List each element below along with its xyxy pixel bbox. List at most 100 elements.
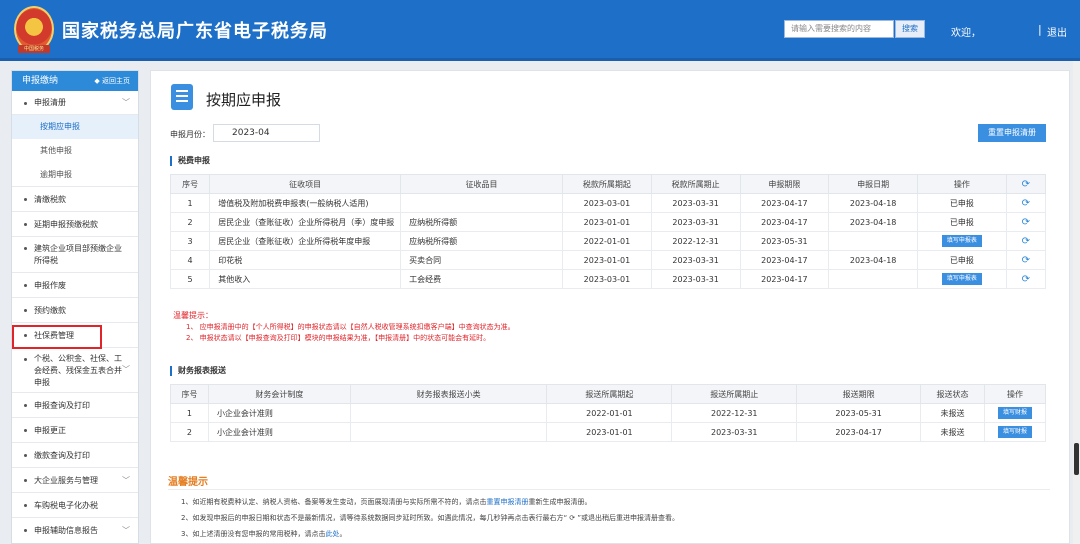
col-header: 征收品目 <box>400 174 564 194</box>
main-panel: 按期应申报 申报月份： 2023-04 重置申报清册 税费申报 序号 征收项目 … <box>150 70 1070 544</box>
fill-financial-report-button[interactable]: 填写财报 <box>997 426 1032 438</box>
row-status: 未报送 <box>920 422 985 442</box>
here-link[interactable]: 此处 <box>325 530 339 538</box>
refresh-icon[interactable]: ⟳ <box>1005 269 1047 289</box>
row-no: 4 <box>169 250 211 270</box>
row-subitem: 应纳税所得额 <box>400 212 564 232</box>
scrollbar-thumb[interactable] <box>1074 443 1079 475</box>
sidebar-item-social-insurance[interactable]: 社保费管理 <box>12 323 138 348</box>
bullet-icon <box>24 429 27 432</box>
logout-link[interactable]: 退出 <box>1047 24 1067 39</box>
tips-title: 温馨提示 <box>168 477 208 488</box>
bullet-icon <box>24 334 27 337</box>
row-deadline: 2023-04-17 <box>739 212 830 232</box>
sidebar-item-payment-query[interactable]: 缴款查询及打印 <box>12 443 138 468</box>
sidebar-subitem-overdue[interactable]: 逾期申报 <box>12 163 138 187</box>
finance-section-title: 财务报表报送 <box>170 366 226 376</box>
sidebar-item-vehicle-tax[interactable]: 车购税电子化办税 <box>12 493 138 518</box>
row-end: 2022-12-31 <box>650 231 741 251</box>
refresh-all-icon[interactable]: ⟳ <box>1005 174 1047 194</box>
col-header: 申报期限 <box>739 174 830 194</box>
row-deadline: 2023-04-17 <box>796 422 922 442</box>
row-system: 小企业会计准则 <box>207 403 351 423</box>
sidebar-subitem-other[interactable]: 其他申报 <box>12 139 138 163</box>
col-header: 报送状态 <box>920 384 985 404</box>
bullet-icon <box>24 479 27 482</box>
row-item: 其他收入 <box>209 269 402 289</box>
table-row: 5 其他收入 工会经费 2023-03-01 2023-03-31 2023-0… <box>169 269 1047 289</box>
bullet-icon <box>24 504 27 507</box>
sidebar-item-large-enterprise[interactable]: 大企业服务与管理 ﹀ <box>12 468 138 493</box>
row-status: 未报送 <box>920 403 985 423</box>
chevron-down-icon: ﹀ <box>122 365 130 374</box>
row-date: 2023-04-18 <box>828 193 918 213</box>
site-title: 国家税务总局广东省电子税务局 <box>62 21 328 42</box>
row-subitem: 买卖合同 <box>400 250 564 270</box>
bullet-icon <box>24 404 27 407</box>
sidebar-item-declaration-list[interactable]: 申报清册 ﹀ <box>12 91 138 115</box>
sidebar-item-scheduled-payment[interactable]: 预约缴款 <box>12 298 138 323</box>
search-input[interactable]: 请输入需要搜索的内容 <box>784 20 894 38</box>
sidebar-item-void[interactable]: 申报作废 <box>12 273 138 298</box>
refresh-icon[interactable]: ⟳ <box>1005 193 1047 213</box>
row-system: 小企业会计准则 <box>207 422 351 442</box>
finance-table-header: 序号 财务会计制度 财务报表报送小类 报送所属期起 报送所属期止 报送期限 报送… <box>170 384 1047 404</box>
row-start: 2022-01-01 <box>546 403 673 423</box>
col-header: 财务会计制度 <box>207 384 351 404</box>
row-item: 印花税 <box>209 250 402 270</box>
bullet-icon <box>24 358 27 361</box>
row-start: 2022-01-01 <box>562 231 652 251</box>
tax-table: 序号 征收项目 征收品目 税款所属期起 税款所属期止 申报期限 申报日期 操作 … <box>169 174 1047 289</box>
col-header: 序号 <box>169 174 211 194</box>
refresh-icon[interactable]: ⟳ <box>1005 231 1047 251</box>
fill-declaration-button[interactable]: 填写申报表 <box>941 235 982 247</box>
row-deadline: 2023-05-31 <box>739 231 830 251</box>
reset-list-button[interactable]: 重置申报清册 <box>978 124 1046 142</box>
tip-line-2: 2、如发现申报后的申报日期和状态不是最新情况，请等待系统数据同步延时所致。如遇此… <box>181 514 680 522</box>
table-row: 1 小企业会计准则 2022-01-01 2022-12-31 2023-05-… <box>170 403 1047 423</box>
tax-section-title: 税费申报 <box>170 156 210 166</box>
row-end: 2023-03-31 <box>650 193 741 213</box>
emblem-caption: 中国税务 <box>18 45 50 53</box>
period-label: 申报月份： <box>170 130 210 139</box>
sidebar-item-construction[interactable]: 建筑企业项目部预缴企业所得税 <box>12 237 138 273</box>
reset-list-link[interactable]: 重置申报清册 <box>486 498 528 506</box>
period-input[interactable]: 2023-04 <box>213 124 320 142</box>
row-deadline: 2023-05-31 <box>796 403 922 423</box>
col-header: 操作 <box>983 384 1047 404</box>
sidebar-header: 申报缴纳 ◆ 返回主页 <box>12 71 138 91</box>
refresh-icon[interactable]: ⟳ <box>1005 250 1047 270</box>
sidebar-item-clear-tax[interactable]: 清缴税款 <box>12 187 138 212</box>
back-home-link[interactable]: ◆ 返回主页 <box>94 71 130 91</box>
sidebar-item-query-print[interactable]: 申报查询及打印 <box>12 393 138 418</box>
col-header: 序号 <box>170 384 209 404</box>
sidebar-item-five-forms[interactable]: 个税、公积金、社保、工会经费、残保金五表合并申报 ﹀ <box>12 348 138 393</box>
search-button[interactable]: 搜索 <box>895 20 925 38</box>
row-subitem: 应纳税所得额 <box>400 231 564 251</box>
fill-declaration-button[interactable]: 填写申报表 <box>941 273 982 285</box>
row-op-cell: 填写财报 <box>983 422 1047 442</box>
finance-table: 序号 财务会计制度 财务报表报送小类 报送所属期起 报送所属期止 报送期限 报送… <box>170 384 1047 442</box>
row-start: 2023-03-01 <box>562 193 652 213</box>
chevron-down-icon: ﹀ <box>122 526 130 535</box>
bullet-icon <box>24 102 27 105</box>
sidebar-item-correction[interactable]: 申报更正 <box>12 418 138 443</box>
fill-financial-report-button[interactable]: 填写财报 <box>997 407 1032 419</box>
chevron-up-icon: ﹀ <box>122 98 130 107</box>
sidebar-subitem-periodic[interactable]: 按期应申报 <box>12 115 138 139</box>
row-item: 增值税及附加税费申报表(一般纳税人适用) <box>209 193 402 213</box>
welcome-text: 欢迎， <box>951 28 981 39</box>
table-row: 3 居民企业（查账征收）企业所得税年度申报 应纳税所得额 2022-01-01 … <box>169 231 1047 251</box>
refresh-icon[interactable]: ⟳ <box>1005 212 1047 232</box>
row-op-cell: 填写申报表 <box>917 231 1007 251</box>
row-start: 2023-01-01 <box>562 250 652 270</box>
tip-line-1: 1、如近期有税费种认定、纳税人资格、备案等发生变动，页面展现清册与实际所需不符的… <box>181 498 592 506</box>
row-no: 2 <box>170 422 209 442</box>
sidebar-item-deferred[interactable]: 延期申报预缴税款 <box>12 212 138 237</box>
sidebar-item-auxiliary-report[interactable]: 申报辅助信息报告 ﹀ <box>12 518 138 543</box>
row-category <box>349 422 548 442</box>
sidebar-title: 申报缴纳 <box>22 76 59 86</box>
row-deadline: 2023-04-17 <box>739 193 830 213</box>
row-end: 2023-03-31 <box>650 250 741 270</box>
tax-table-header: 序号 征收项目 征收品目 税款所属期起 税款所属期止 申报期限 申报日期 操作 … <box>169 174 1047 194</box>
